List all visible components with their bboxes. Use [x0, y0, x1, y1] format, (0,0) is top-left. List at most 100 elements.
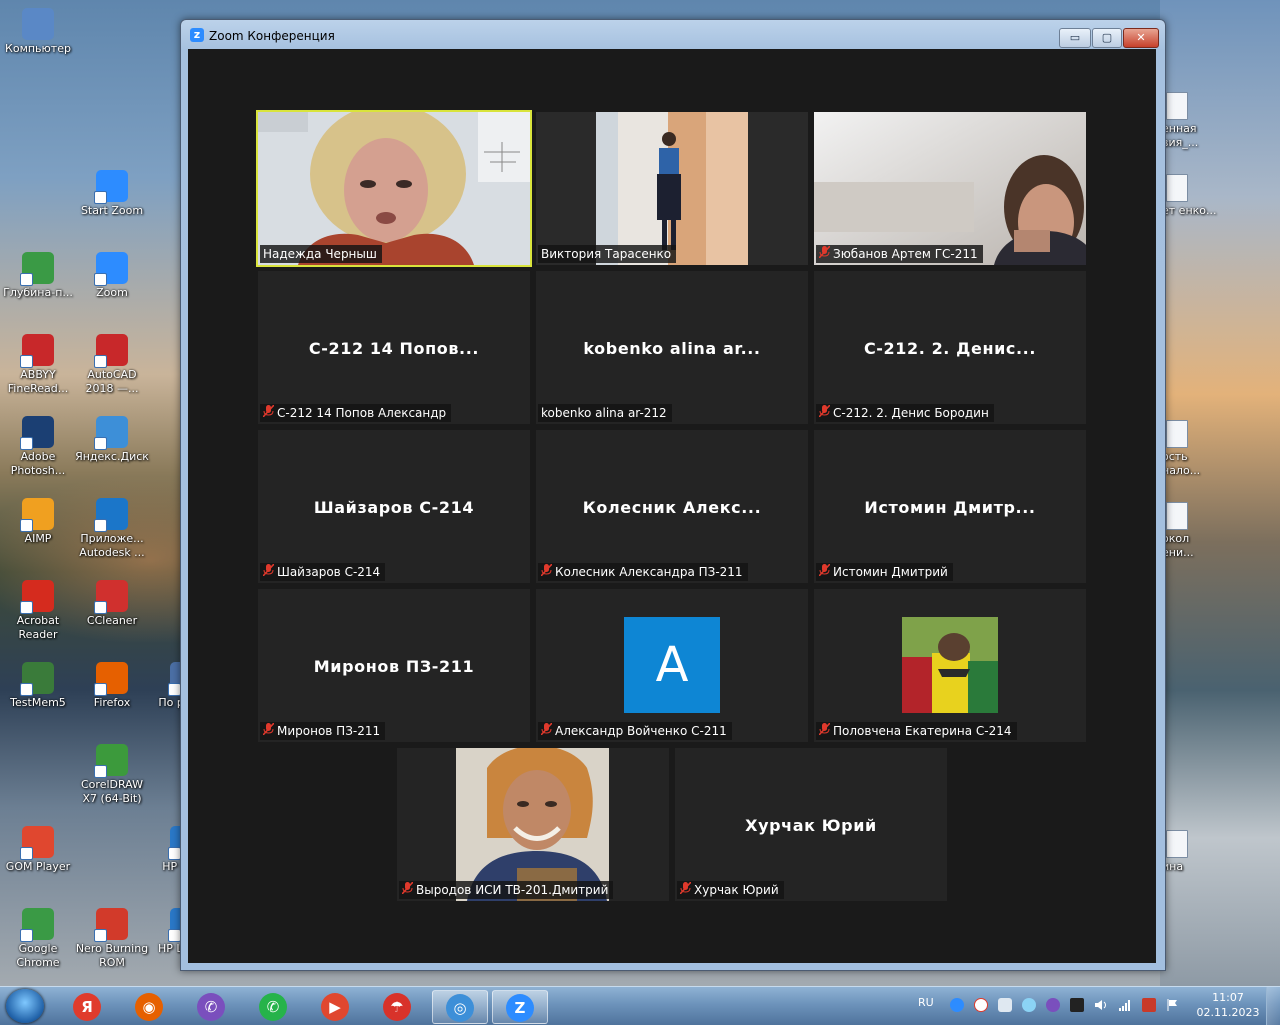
umbrella-app-icon: ☂ — [383, 992, 411, 1021]
taskbar-button[interactable]: ◉ — [122, 990, 176, 1022]
ccleaner-tray-icon[interactable] — [1142, 998, 1156, 1012]
desktop-shortcut-label: ина — [1162, 860, 1184, 873]
desktop-shortcut-label: Acrobat Reader — [16, 614, 60, 641]
gallery-view: Надежда Черныш Виктория Тарасенко Зюбанов … — [188, 49, 1156, 963]
desktop-shortcut-label: CCleaner — [86, 614, 138, 627]
participant-display-name: kobenko alina ar... — [583, 339, 761, 358]
taskbar-button[interactable]: ✆ — [246, 990, 300, 1022]
desktop-shortcut-label: окол ени... — [1162, 532, 1194, 559]
yandex-tray-icon[interactable] — [974, 998, 988, 1012]
desktop-shortcut[interactable]: CCleaner — [74, 580, 150, 628]
taskbar-button[interactable]: ◎ — [432, 990, 488, 1024]
close-button[interactable]: ✕ — [1123, 28, 1159, 48]
desktop-shortcut-label: CorelDRAW X7 (64-Bit) — [81, 778, 143, 805]
desktop-shortcut[interactable]: Adobe Photosh... — [0, 416, 76, 478]
desktop-shortcut[interactable]: ABBYY FineRead... — [0, 334, 76, 396]
desktop-shortcut[interactable]: ет енко... — [1162, 174, 1222, 218]
action-center-flag-icon[interactable] — [1166, 998, 1180, 1012]
participant-tile[interactable]: Истомин Дмитр... Истомин Дмитрий — [814, 430, 1086, 583]
window-titlebar[interactable]: z Zoom Конференция ▭ ▢ ✕ — [181, 20, 1165, 48]
participant-tile[interactable]: С-212 14 Попов... С-212 14 Попов Александ… — [258, 271, 530, 424]
participant-tile[interactable]: Половчена Екатерина С-214 — [814, 589, 1086, 742]
desktop-shortcut[interactable]: Google Chrome — [0, 908, 76, 970]
participant-tile[interactable]: Виктория Тарасенко — [536, 112, 808, 265]
desktop-shortcut-label: Nero Burning ROM — [75, 942, 149, 969]
participant-name-tag: Истомин Дмитрий — [816, 563, 953, 581]
desktop-shortcut[interactable]: GOM Player — [0, 826, 76, 874]
desktop-shortcut-label: Яндекс.Диск — [75, 450, 149, 463]
participant-display-name: Миронов ПЗ-211 — [313, 657, 475, 676]
maximize-button[interactable]: ▢ — [1092, 28, 1122, 48]
document-icon — [1166, 502, 1188, 530]
whatsapp-icon: ✆ — [259, 992, 287, 1021]
volume-icon[interactable] — [1094, 998, 1108, 1012]
desktop-shortcut[interactable]: ина — [1162, 830, 1222, 874]
desktop-shortcut-label: GOM Player — [5, 860, 71, 873]
participant-name-label: Хурчак Юрий — [694, 883, 779, 897]
desktop-shortcut[interactable]: AIMP — [0, 498, 76, 546]
participant-tile[interactable]: Шайзаров С-214 Шайзаров С-214 — [258, 430, 530, 583]
desktop-shortcut[interactable]: Приложе... Autodesk ... — [74, 498, 150, 560]
participant-display-name: С-212. 2. Денис... — [863, 339, 1037, 358]
desktop-shortcut[interactable]: Глубина-п... — [0, 252, 76, 300]
participant-tile[interactable]: Колесник Алекс... Колесник Александра ПЗ-… — [536, 430, 808, 583]
participant-tile[interactable]: Хурчак Юрий Хурчак Юрий — [675, 748, 947, 901]
network-share-tray-icon[interactable] — [1022, 998, 1036, 1012]
participant-display-name: С-212 14 Попов... — [308, 339, 480, 358]
desktop-shortcut[interactable]: окол ени... — [1162, 502, 1222, 560]
language-indicator[interactable]: RU — [918, 996, 934, 1009]
participant-name-tag: Александр Войченко С-211 — [538, 722, 732, 740]
start-button[interactable] — [6, 989, 44, 1023]
desktop-shortcut[interactable]: AutoCAD 2018 —... — [74, 334, 150, 396]
chrome-icon — [20, 908, 54, 942]
show-desktop-button[interactable] — [1266, 987, 1280, 1025]
yandex-disk-icon — [94, 416, 128, 450]
cloud-tray-icon[interactable] — [998, 998, 1012, 1012]
window-title: Zoom Конференция — [209, 29, 335, 43]
desktop-shortcut[interactable]: Яндекс.Диск — [74, 416, 150, 464]
participant-tile[interactable]: Зюбанов Артем ГС-211 — [814, 112, 1086, 265]
taskbar-button[interactable]: ☂ — [370, 990, 424, 1022]
taskbar-button[interactable]: Z — [492, 990, 548, 1024]
participant-tile[interactable]: A Александр Войченко С-211 — [536, 589, 808, 742]
viber-tray-icon[interactable] — [1046, 998, 1060, 1012]
desktop-shortcut[interactable]: Start Zoom — [74, 170, 150, 218]
participant-name-tag: Виктория Тарасенко — [538, 245, 677, 263]
participant-tile[interactable]: kobenko alina ar... kobenko alina ar-212 — [536, 271, 808, 424]
minimize-button[interactable]: ▭ — [1059, 28, 1091, 48]
desktop-shortcut[interactable]: Nero Burning ROM — [74, 908, 150, 970]
devices-tray-icon[interactable] — [1070, 998, 1084, 1012]
desktop-shortcut-label: TestMem5 — [10, 696, 66, 709]
muted-microphone-icon — [540, 722, 555, 740]
taskbar-clock[interactable]: 11:07 02.11.2023 — [1196, 990, 1260, 1020]
desktop-shortcut[interactable]: CorelDRAW X7 (64-Bit) — [74, 744, 150, 806]
network-signal-icon[interactable] — [1118, 998, 1132, 1012]
coreldraw-icon — [94, 744, 128, 778]
desktop-shortcut[interactable]: ость нало... — [1162, 420, 1222, 478]
muted-microphone-icon — [818, 722, 833, 740]
zoom-tray-icon[interactable] — [950, 998, 964, 1012]
participant-name-label: Колесник Александра ПЗ-211 — [555, 565, 743, 579]
desktop-shortcut-label: ABBYY FineRead... — [7, 368, 69, 395]
participant-name-label: kobenko alina ar-212 — [541, 406, 667, 420]
desktop-shortcut[interactable]: TestMem5 — [0, 662, 76, 710]
participant-tile[interactable]: С-212. 2. Денис... С-212. 2. Денис Бороди… — [814, 271, 1086, 424]
desktop-shortcut-label: AutoCAD 2018 —... — [85, 368, 139, 395]
abbyy-icon — [20, 334, 54, 368]
taskbar-button[interactable]: ▶ — [308, 990, 362, 1022]
desktop-shortcut[interactable]: Компьютер — [0, 8, 76, 56]
taskbar-button[interactable]: ✆ — [184, 990, 238, 1022]
clock-time: 11:07 — [1212, 991, 1244, 1004]
desktop-shortcut[interactable]: Acrobat Reader — [0, 580, 76, 642]
desktop-shortcut[interactable]: Zoom — [74, 252, 150, 300]
participant-display-name: Истомин Дмитр... — [864, 498, 1036, 517]
taskbar-button[interactable]: Я — [60, 990, 114, 1022]
desktop-shortcut[interactable]: енная вия_... — [1162, 92, 1222, 150]
yandex-browser-icon: Я — [73, 992, 101, 1021]
document-icon — [1166, 92, 1188, 120]
participant-tile[interactable]: Выродов ИСИ ТВ-201.Дмитрий — [397, 748, 669, 901]
gom-icon — [20, 826, 54, 860]
desktop-shortcut[interactable]: Firefox — [74, 662, 150, 710]
participant-tile[interactable]: Миронов ПЗ-211 Миронов ПЗ-211 — [258, 589, 530, 742]
participant-tile-active-speaker[interactable]: Надежда Черныш — [256, 110, 532, 267]
